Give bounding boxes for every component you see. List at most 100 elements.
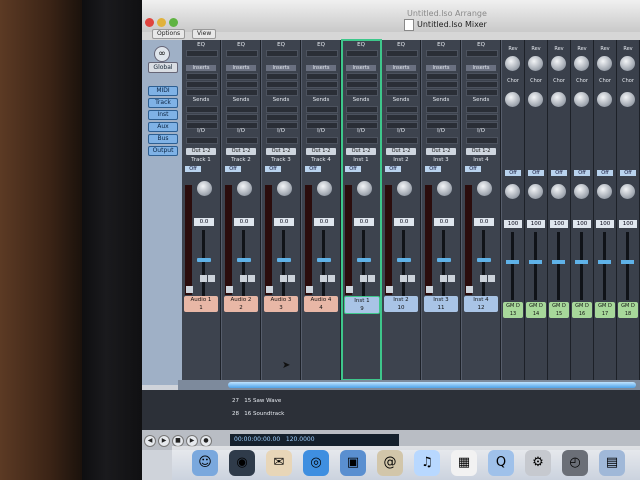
eq-slot[interactable] — [306, 50, 338, 57]
pan-knob[interactable] — [197, 181, 212, 196]
chorus-knob[interactable] — [551, 92, 566, 107]
channel-name-box[interactable]: Inst 3 11 — [424, 296, 458, 312]
automation-mode[interactable]: Off — [385, 166, 401, 172]
channel-strip[interactable]: EQ Inserts Sends I/O Out 1-2 Track 3 Off 0.0 Aud… — [262, 40, 301, 380]
inserts-label[interactable]: Inserts — [426, 65, 456, 71]
instrument-strip[interactable]: Rev Chor Off 100 GM D 13 — [502, 40, 525, 380]
filter-aux-button[interactable]: Aux — [148, 122, 178, 132]
arrange-row[interactable]: 28 16 Soundtrack — [232, 409, 352, 419]
automation-mode[interactable]: Off — [345, 166, 361, 172]
channel-strip[interactable]: EQ Inserts Sends I/O Out 1-2 Inst 4 Off 0.0 Inst… — [462, 40, 501, 380]
insert-slot[interactable] — [386, 73, 418, 80]
insert-slot[interactable] — [186, 89, 218, 96]
automation-mode[interactable]: Off — [574, 170, 590, 176]
instrument-strip[interactable]: Rev Chor Off 100 GM D 17 — [594, 40, 617, 380]
record-enable-button[interactable] — [226, 286, 233, 293]
eq-slot[interactable] — [466, 50, 498, 57]
input-slot[interactable] — [186, 137, 218, 144]
automation-mode[interactable]: Off — [185, 166, 201, 172]
send-slot[interactable] — [266, 106, 298, 113]
filter-output-button[interactable]: Output — [148, 146, 178, 156]
channel-name-box[interactable]: Audio 2 2 — [224, 296, 258, 312]
instrument-strip[interactable]: Rev Chor Off 100 GM D 16 — [571, 40, 594, 380]
solo-button[interactable] — [368, 275, 375, 282]
fast-forward-icon[interactable]: ▶ — [158, 435, 170, 447]
inserts-label[interactable]: Inserts — [306, 65, 336, 71]
ical-icon[interactable]: ▦ — [451, 450, 477, 476]
send-slot[interactable] — [266, 114, 298, 121]
instrument-name-box[interactable]: GM D 18 — [618, 302, 638, 318]
arrange-row[interactable]: 27 15 Saw Wave — [232, 396, 352, 406]
insert-slot[interactable] — [386, 89, 418, 96]
record-enable-button[interactable] — [186, 286, 193, 293]
output-selector[interactable]: Out 1-2 — [346, 148, 376, 155]
close-window-button[interactable] — [145, 18, 154, 27]
volume-fader[interactable] — [575, 260, 588, 264]
eq-slot[interactable] — [226, 50, 258, 57]
instrument-name-box[interactable]: GM D 14 — [526, 302, 546, 318]
chorus-knob[interactable] — [574, 92, 589, 107]
insert-slot[interactable] — [266, 73, 298, 80]
mute-button[interactable] — [360, 275, 367, 282]
automation-mode[interactable]: Off — [620, 170, 636, 176]
channel-name-box[interactable]: Inst 2 10 — [384, 296, 418, 312]
pan-knob[interactable] — [574, 184, 589, 199]
input-slot[interactable] — [346, 137, 378, 144]
ichat-icon[interactable]: ▣ — [340, 450, 366, 476]
output-selector[interactable]: Out 1-2 — [226, 148, 256, 155]
insert-slot[interactable] — [226, 73, 258, 80]
channel-strip[interactable]: EQ Inserts Sends I/O Out 1-2 Inst 2 Off 0.0 Inst… — [382, 40, 421, 380]
record-enable-button[interactable] — [386, 286, 393, 293]
input-slot[interactable] — [466, 137, 498, 144]
address-book-icon[interactable]: @ — [377, 450, 403, 476]
inserts-label[interactable]: Inserts — [266, 65, 296, 71]
system-preferences-icon[interactable]: ⚙ — [525, 450, 551, 476]
channel-strip[interactable]: EQ Inserts Sends I/O Out 1-2 Inst 3 Off 0.0 Inst… — [422, 40, 461, 380]
eq-slot[interactable] — [186, 50, 218, 57]
chorus-knob[interactable] — [528, 92, 543, 107]
view-menu-button[interactable]: View — [192, 29, 217, 39]
input-slot[interactable] — [226, 137, 258, 144]
reverb-knob[interactable] — [574, 56, 589, 71]
mute-button[interactable] — [400, 275, 407, 282]
horizontal-scrollbar[interactable] — [178, 380, 640, 390]
record-enable-button[interactable] — [266, 286, 273, 293]
channel-name-box[interactable]: Inst 4 12 — [464, 296, 498, 312]
inserts-label[interactable]: Inserts — [226, 65, 256, 71]
volume-fader[interactable] — [277, 258, 291, 262]
channel-strip[interactable]: EQ Inserts Sends I/O Out 1-2 Track 4 Off 0.0 Aud… — [302, 40, 341, 380]
channel-strip[interactable]: EQ Inserts Sends I/O Out 1-2 Track 2 Off 0.0 Aud… — [222, 40, 261, 380]
insert-slot[interactable] — [266, 89, 298, 96]
record-enable-button[interactable] — [306, 286, 313, 293]
solo-button[interactable] — [488, 275, 495, 282]
solo-button[interactable] — [248, 275, 255, 282]
insert-slot[interactable] — [466, 73, 498, 80]
insert-slot[interactable] — [346, 73, 378, 80]
instrument-name-box[interactable]: GM D 17 — [595, 302, 615, 318]
output-selector[interactable]: Out 1-2 — [306, 148, 336, 155]
insert-slot[interactable] — [306, 73, 338, 80]
channel-name-box[interactable]: Inst 1 9 — [344, 296, 380, 314]
eq-slot[interactable] — [386, 50, 418, 57]
reverb-knob[interactable] — [528, 56, 543, 71]
solo-button[interactable] — [408, 275, 415, 282]
insert-slot[interactable] — [466, 89, 498, 96]
minimize-window-button[interactable] — [157, 18, 166, 27]
output-selector[interactable]: Out 1-2 — [426, 148, 456, 155]
filter-bus-button[interactable]: Bus — [148, 134, 178, 144]
rewind-icon[interactable]: ◀ — [144, 435, 156, 447]
itunes-icon[interactable]: ♫ — [414, 450, 440, 476]
mail-bird-icon[interactable]: ✉ — [266, 450, 292, 476]
eq-slot[interactable] — [266, 50, 298, 57]
send-slot[interactable] — [186, 114, 218, 121]
volume-fader[interactable] — [317, 258, 331, 262]
volume-fader[interactable] — [397, 258, 411, 262]
send-slot[interactable] — [426, 106, 458, 113]
pan-knob[interactable] — [317, 181, 332, 196]
chorus-knob[interactable] — [597, 92, 612, 107]
send-slot[interactable] — [466, 114, 498, 121]
insert-slot[interactable] — [266, 81, 298, 88]
chorus-knob[interactable] — [505, 92, 520, 107]
eq-slot[interactable] — [426, 50, 458, 57]
send-slot[interactable] — [226, 114, 258, 121]
